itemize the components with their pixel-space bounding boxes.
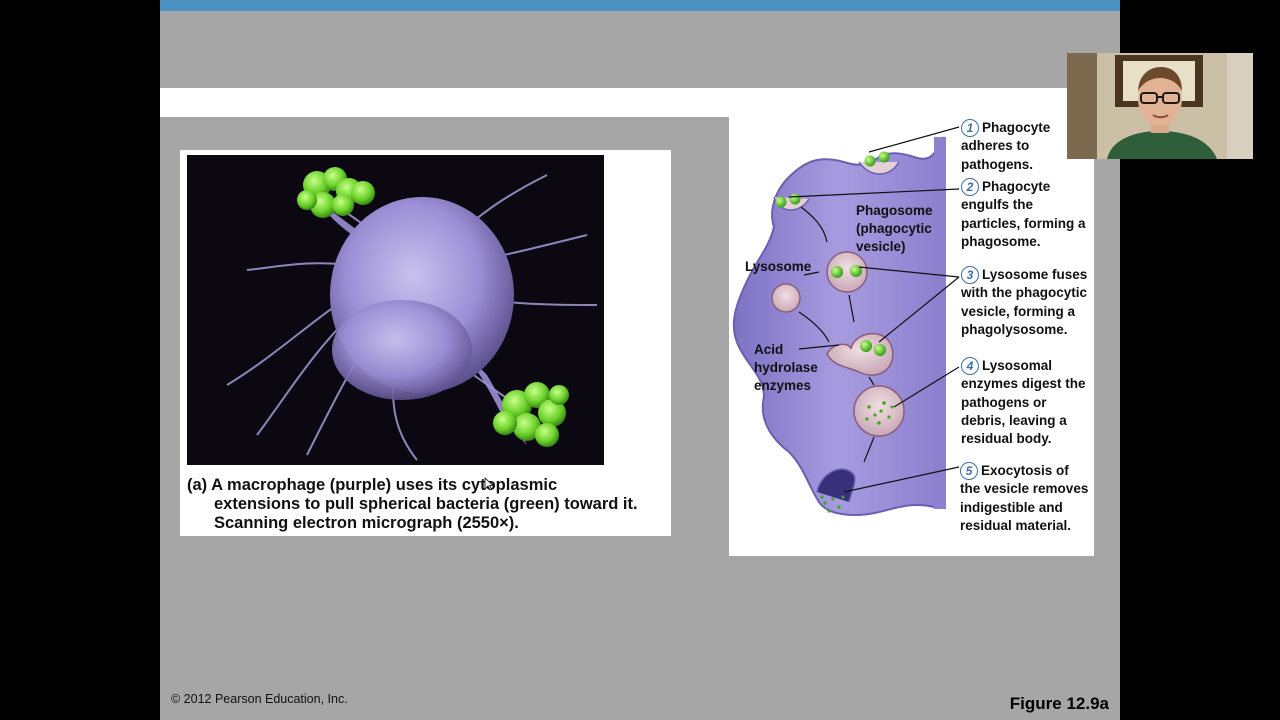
slide-white-band [160, 88, 1120, 117]
mouse-cursor-icon [484, 477, 494, 491]
lysosome-label: Lysosome [745, 259, 812, 274]
step-3-text: Lysosome fuses with the phagocytic vesic… [961, 267, 1088, 337]
phagosome-label: Phagosome (phagocytic vesicle) [856, 203, 933, 254]
sem-figure-panel: (a) A macrophage (purple) uses its cytop… [180, 150, 671, 536]
step-2-text: Phagocyte engulfs the particles, forming… [961, 179, 1086, 249]
step-5-text: Exocytosis of the vesicle removes indige… [960, 463, 1089, 533]
slide-top-bar [160, 0, 1120, 11]
step-1-number-icon: 1 [961, 119, 979, 137]
step-2-number-icon: 2 [961, 178, 979, 196]
phagocytosis-diagram-panel: Phagosome (phagocytic vesicle) Lysosome … [729, 117, 1094, 556]
acid-hydrolase-label: Acid hydrolase enzymes [754, 342, 818, 393]
sem-figure-caption: (a) A macrophage (purple) uses its cytop… [187, 476, 667, 533]
step-4: 4 Lysosomal enzymes digest the pathogens … [961, 357, 1091, 448]
step-5: 5 Exocytosis of the vesicle removes indig… [960, 462, 1090, 535]
presenter-webcam-image [1067, 53, 1253, 159]
macrophage-micrograph-image [187, 155, 604, 465]
slide: (a) A macrophage (purple) uses its cytop… [160, 0, 1120, 720]
figure-label: Figure 12.9a [1009, 694, 1109, 713]
copyright-text: © 2012 Pearson Education, Inc. [171, 692, 348, 706]
sem-caption-rest: extensions to pull spherical bacteria (g… [214, 495, 638, 532]
presenter-webcam-video [1067, 53, 1253, 159]
step-2: 2 Phagocyte engulfs the particles, formin… [961, 178, 1091, 251]
step-4-number-icon: 4 [961, 357, 979, 375]
step-3-number-icon: 3 [961, 266, 979, 284]
step-5-number-icon: 5 [960, 462, 978, 480]
step-4-text: Lysosomal enzymes digest the pathogens o… [961, 358, 1086, 447]
slide-title-region [160, 11, 1120, 88]
sem-caption-lead: (a) A macrophage (purple) uses its cytop… [187, 476, 558, 494]
step-3: 3 Lysosome fuses with the phagocytic vesi… [961, 266, 1093, 339]
